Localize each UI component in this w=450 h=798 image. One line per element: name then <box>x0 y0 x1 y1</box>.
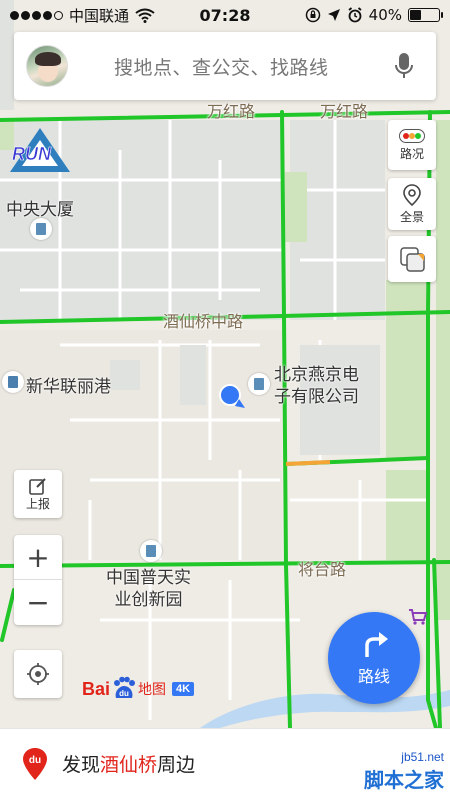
run-brand-text: RUN <box>12 144 52 164</box>
place-label-putian: 中国普天实 业创新园 <box>106 567 191 611</box>
logo-du: du <box>119 689 129 698</box>
run-brand-logo: RUN <box>10 128 70 172</box>
building-poi-icon[interactable] <box>140 540 162 562</box>
location-arrow-icon <box>327 9 340 21</box>
alarm-icon <box>348 7 362 23</box>
house-poi-icon[interactable] <box>2 371 24 393</box>
place-label-putian-line1: 中国普天实 <box>106 568 191 588</box>
route-button[interactable]: 路线 <box>328 612 420 704</box>
panorama-pin-icon <box>403 183 421 206</box>
discover-suffix: 周边 <box>157 754 196 776</box>
place-label-putian-line2: 业创新园 <box>114 590 183 610</box>
road-label-wanhong-1: 万红路 <box>207 102 256 121</box>
road-label-jiuxianqiao: 酒仙桥中路 <box>163 312 244 331</box>
carrier-name: 中国联通 <box>69 6 130 25</box>
watermark-url: jb51.net <box>401 750 444 764</box>
shopping-cart-icon <box>409 609 428 625</box>
pin-du-text: du <box>29 755 41 766</box>
discover-highlight: 酒仙桥 <box>100 754 158 776</box>
place-label-yanjing-line1: 北京燕京电 <box>274 365 359 385</box>
locate-icon <box>27 663 49 685</box>
battery-percent: 40% <box>368 6 402 24</box>
battery-icon <box>408 8 443 22</box>
battery-fill <box>410 10 422 20</box>
place-label-yanjing: 北京燕京电 子有限公司 <box>274 364 359 408</box>
place-label-yanjing-line2: 子有限公司 <box>274 387 359 407</box>
report-button[interactable]: 上报 <box>14 470 62 518</box>
road-label-wanhong-2: 万红路 <box>320 102 369 121</box>
baidu-map-logo: Bai du 地图 4K <box>82 676 195 702</box>
traffic-light-icon <box>399 128 425 143</box>
report-label: 上报 <box>25 496 50 511</box>
site-watermark: jb51.net 脚本之家 <box>364 750 444 793</box>
place-label-xinhualian: 新华联丽港 <box>26 377 111 397</box>
zoom-control: + − <box>14 535 62 625</box>
turn-right-arrow-icon <box>365 632 388 657</box>
edit-report-icon <box>29 477 46 495</box>
signal-strength-icon <box>10 10 63 20</box>
user-avatar[interactable] <box>26 45 68 87</box>
place-label-zhongyang: 中央大厦 <box>6 200 74 220</box>
baidu-location-pin-icon: du <box>23 747 47 780</box>
rotation-lock-icon <box>305 7 320 23</box>
layers-button[interactable] <box>388 236 436 282</box>
traffic-label: 路况 <box>399 146 424 161</box>
discover-text: 发现酒仙桥周边 <box>62 750 195 777</box>
panorama-button[interactable]: 全景 <box>388 178 436 230</box>
discover-prefix: 发现 <box>62 754 101 776</box>
wifi-icon <box>135 8 155 23</box>
search-input[interactable]: 搜地点、查公交、找路线 <box>114 53 329 80</box>
watermark-name: 脚本之家 <box>364 768 444 792</box>
zoom-out-button[interactable]: − <box>14 580 62 625</box>
road-label-jiangtai: 将台路 <box>298 560 347 579</box>
microphone-icon[interactable] <box>394 52 414 80</box>
logo-bai: Bai <box>82 678 111 699</box>
layers-icon <box>400 247 425 272</box>
building-poi-icon[interactable] <box>248 373 270 395</box>
route-label: 路线 <box>357 667 390 686</box>
panorama-label: 全景 <box>399 209 424 224</box>
status-bar: 中国联通 07:28 40% <box>0 0 450 30</box>
current-location-marker <box>219 384 245 408</box>
search-bar[interactable]: 搜地点、查公交、找路线 <box>14 32 436 100</box>
zoom-in-button[interactable]: + <box>14 535 62 580</box>
logo-4k-badge: 4K <box>172 682 195 696</box>
logo-ditu: 地图 <box>138 682 167 698</box>
locate-button[interactable] <box>14 650 62 698</box>
building-poi-icon[interactable] <box>30 218 52 240</box>
baidu-paw-icon: du <box>114 676 136 698</box>
status-time: 07:28 <box>199 5 251 25</box>
traffic-button[interactable]: 路况 <box>388 120 436 170</box>
